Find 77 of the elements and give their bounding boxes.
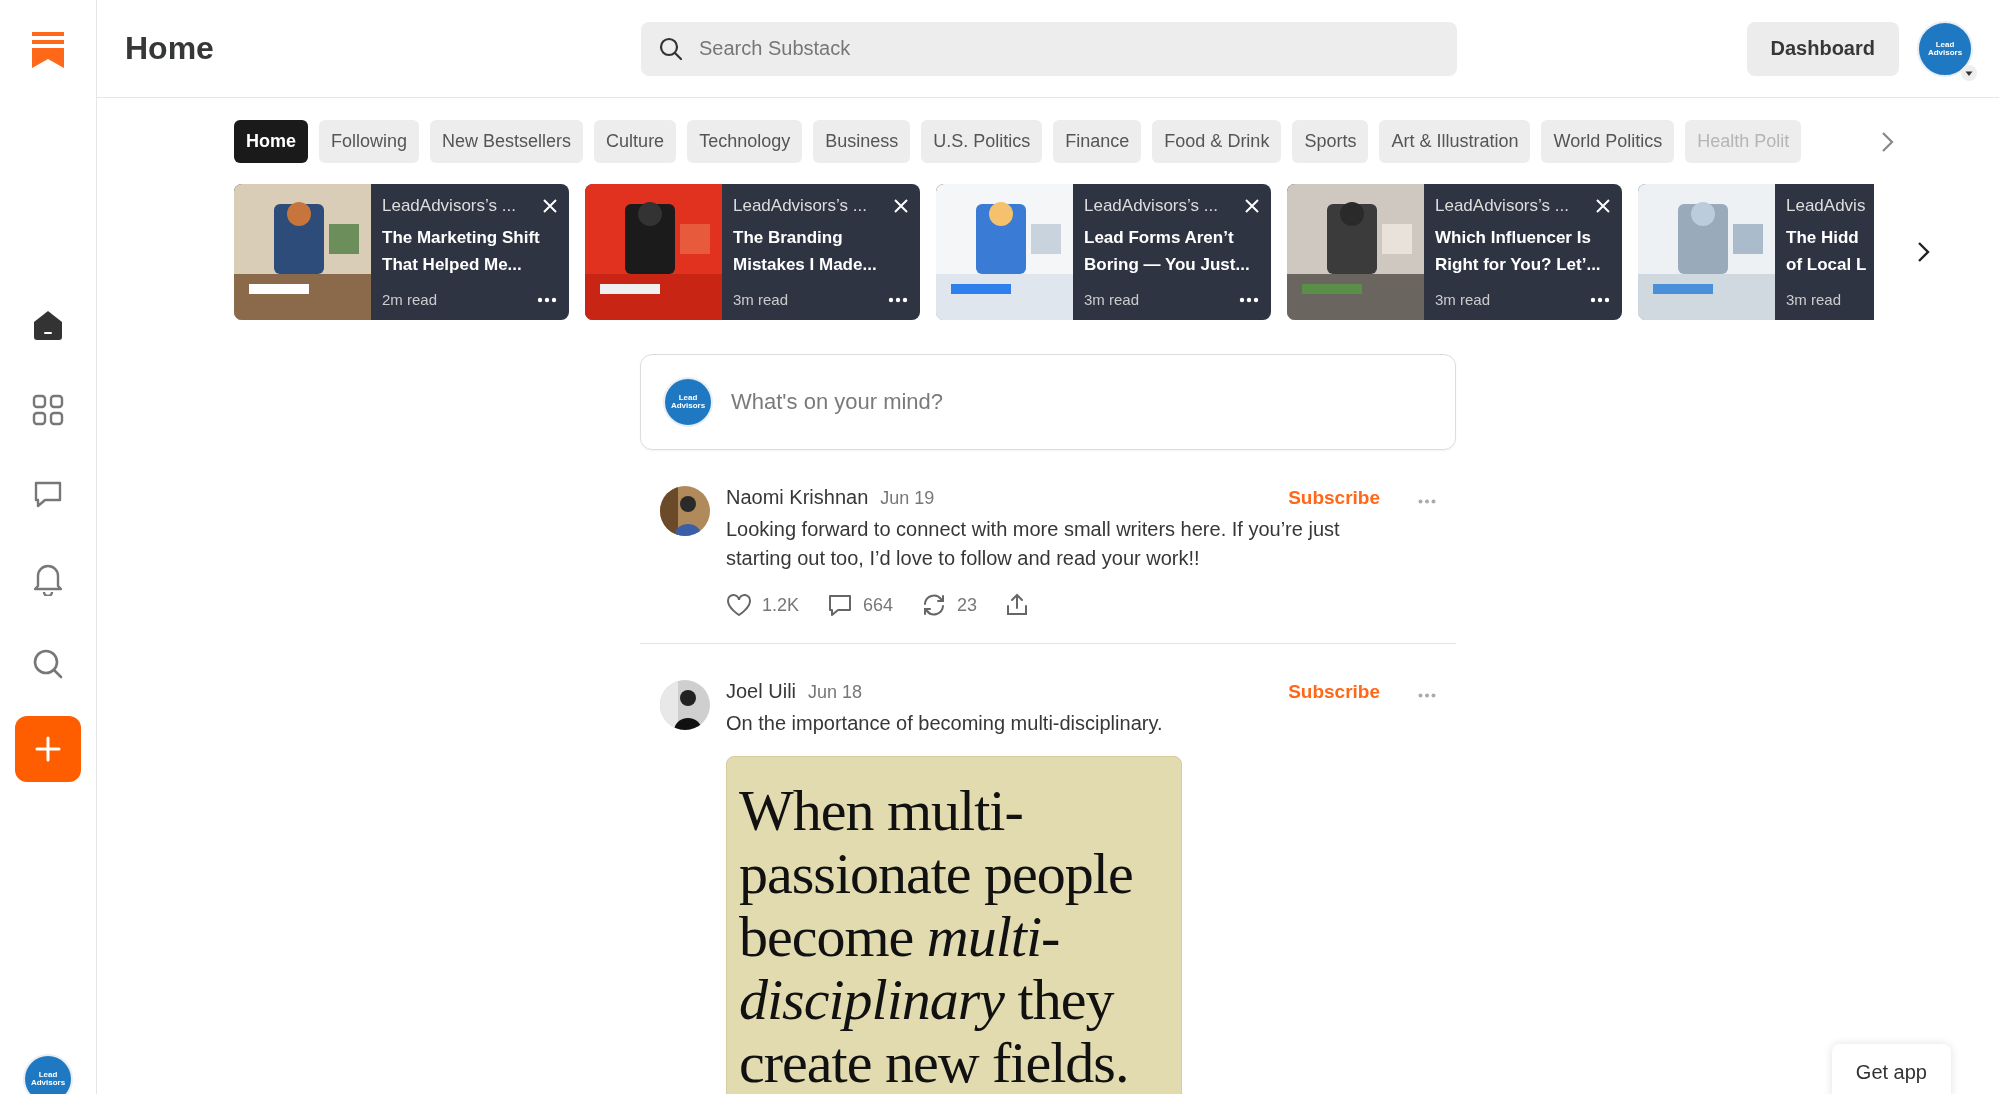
- like-button[interactable]: 1.2K: [726, 593, 800, 617]
- bell-icon[interactable]: [32, 562, 64, 596]
- category-tab[interactable]: Food & Drink: [1152, 120, 1282, 163]
- page-title: Home: [125, 30, 215, 67]
- card-title: Mistakes I Made...: [733, 254, 878, 276]
- caret-icon[interactable]: [1961, 64, 1977, 81]
- category-tab[interactable]: Sports: [1292, 120, 1369, 163]
- quote-text: When multi-passionate people become multi-disciplinary they create new fields.: [739, 779, 1134, 1094]
- author-name[interactable]: Joel Uili: [726, 680, 797, 703]
- comment-button[interactable]: 664: [827, 593, 894, 617]
- publication-name: LeadAdvisors’s ...: [1435, 196, 1569, 216]
- read-time: 3m read: [1084, 291, 1140, 308]
- plus-icon: [35, 736, 61, 762]
- restack-button[interactable]: 23: [921, 593, 978, 617]
- read-time: 3m read: [1435, 291, 1491, 308]
- more-icon[interactable]: [1590, 296, 1610, 303]
- post-card[interactable]: LeadAdvis The Hidd of Local L 3m read: [1638, 184, 1874, 320]
- search-field[interactable]: Search Substack: [697, 36, 1439, 61]
- grid-icon[interactable]: [32, 394, 64, 426]
- account-avatar: Lead Advisors: [663, 377, 713, 427]
- close-icon[interactable]: [543, 199, 557, 213]
- post-card[interactable]: LeadAdvisors’s ... Lead Forms Aren’t Boring — You Just... 3m read: [936, 184, 1271, 320]
- more-icon[interactable]: [537, 296, 557, 303]
- search-icon[interactable]: [32, 648, 64, 680]
- publication-name: LeadAdvis: [1786, 196, 1866, 216]
- share-button[interactable]: [1005, 593, 1030, 617]
- post-card[interactable]: LeadAdvisors’s ... The Marketing Shift That Helped Me... 2m read: [234, 184, 569, 320]
- post-card[interactable]: LeadAdvisors’s ... Which Influencer Is Right for You? Let’... 3m read: [1287, 184, 1622, 320]
- search-icon: [659, 36, 683, 61]
- heart-icon: [726, 593, 752, 617]
- card-title: That Helped Me...: [382, 254, 523, 276]
- close-icon[interactable]: [1596, 199, 1610, 213]
- comment-icon: [827, 593, 854, 617]
- dashboard-button[interactable]: Dashboard: [1746, 21, 1899, 76]
- post-text: On the importance of becoming multi-disciplinary.: [726, 711, 1164, 736]
- search-bar[interactable]: Search Substack: [641, 21, 1457, 76]
- post-date: Jun 19: [880, 488, 935, 509]
- author-name[interactable]: Naomi Krishnan: [726, 486, 869, 509]
- logo-icon[interactable]: [32, 32, 64, 68]
- home-icon[interactable]: [31, 308, 65, 342]
- post-text: Looking forward to connect with more small writers here. If you’re just starting out too, I’d love to follow and read your work!!: [726, 517, 1341, 571]
- close-icon[interactable]: [894, 199, 908, 213]
- category-tab[interactable]: World Politics: [1541, 120, 1675, 163]
- share-icon: [1005, 593, 1030, 617]
- publication-name: LeadAdvisors’s ...: [382, 196, 516, 216]
- category-tab[interactable]: Finance: [1053, 120, 1142, 163]
- category-tab[interactable]: Home: [234, 120, 308, 163]
- read-time: 3m read: [733, 291, 789, 308]
- category-tab[interactable]: Art & Illustration: [1379, 120, 1531, 163]
- read-time: 2m read: [382, 291, 438, 308]
- card-title: of Local L: [1786, 254, 1868, 276]
- get-app-button[interactable]: Get app: [1831, 1044, 1951, 1094]
- post-date: Jun 18: [808, 682, 863, 703]
- close-icon[interactable]: [1245, 199, 1259, 213]
- card-title: Right for You? Let’...: [1435, 254, 1602, 276]
- create-button[interactable]: [15, 716, 81, 782]
- card-title: The Branding: [733, 227, 844, 249]
- publication-name: LeadAdvisors’s ...: [733, 196, 867, 216]
- card-title: Boring — You Just...: [1084, 254, 1251, 276]
- publication-name: LeadAdvisors’s ...: [1084, 196, 1218, 216]
- category-tab[interactable]: U.S. Politics: [921, 120, 1043, 163]
- composer-card[interactable]: Lead Advisors What's on your mind?: [640, 354, 1456, 450]
- chevron-right-icon[interactable]: [1916, 241, 1930, 263]
- category-tab[interactable]: Culture: [594, 120, 677, 163]
- post-card[interactable]: LeadAdvisors’s ... The Branding Mistakes I Made... 3m read: [585, 184, 920, 320]
- card-title: Which Influencer Is: [1435, 227, 1592, 249]
- read-time: 3m read: [1786, 291, 1842, 308]
- card-title: The Hidd: [1786, 227, 1860, 249]
- account-avatar[interactable]: Lead Advisors: [23, 1054, 73, 1094]
- category-tab[interactable]: Technology: [687, 120, 803, 163]
- more-icon[interactable]: [1239, 296, 1259, 303]
- category-tab[interactable]: Business: [813, 120, 911, 163]
- more-icon[interactable]: [888, 296, 908, 303]
- category-tab[interactable]: Following: [319, 120, 420, 163]
- card-title: Lead Forms Aren’t: [1084, 227, 1235, 249]
- category-tab[interactable]: New Bestsellers: [430, 120, 584, 163]
- card-title: The Marketing Shift: [382, 227, 541, 249]
